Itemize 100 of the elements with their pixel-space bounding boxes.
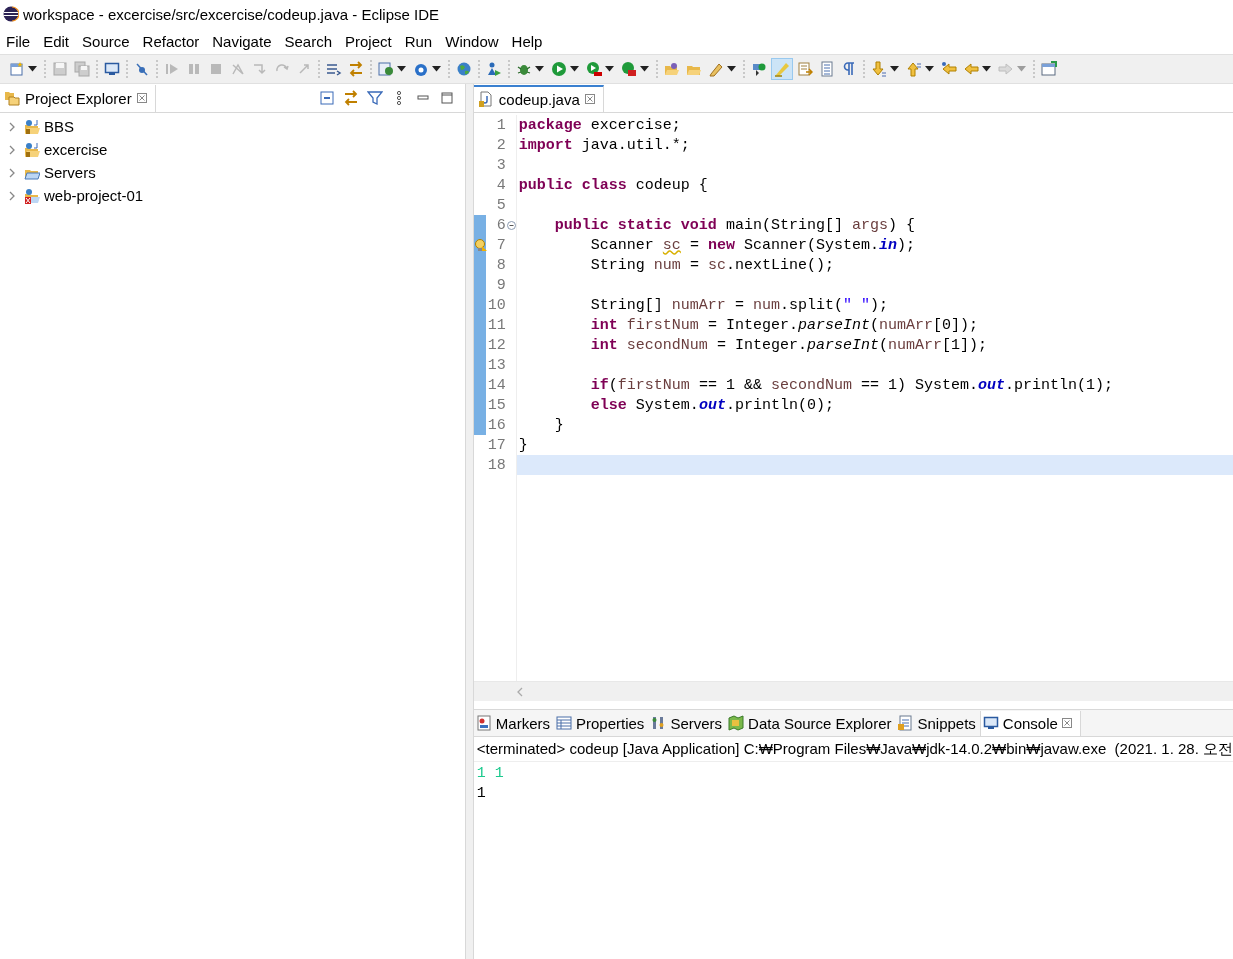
code-line: package excercise; bbox=[517, 115, 682, 135]
menu-item[interactable]: Run bbox=[404, 32, 440, 50]
dropdown-arrow-icon[interactable] bbox=[640, 66, 649, 72]
monitor-icon[interactable] bbox=[104, 61, 120, 77]
document-lines-icon[interactable] bbox=[819, 61, 835, 77]
document-icon bbox=[897, 715, 914, 731]
editor-tab[interactable]: codeup.java bbox=[473, 84, 604, 112]
code-line: String num = sc.nextLine(); bbox=[589, 255, 835, 275]
expand-chevron-icon[interactable] bbox=[8, 144, 16, 155]
close-icon[interactable] bbox=[136, 93, 147, 103]
dropdown-arrow-icon[interactable] bbox=[535, 66, 544, 72]
dropdown-arrow-icon[interactable] bbox=[605, 66, 614, 72]
collapse-all-icon[interactable] bbox=[318, 90, 335, 106]
table-icon bbox=[556, 715, 572, 731]
code-line: import java.util.*; bbox=[517, 135, 691, 155]
server-icon[interactable] bbox=[378, 61, 394, 77]
maximize-icon[interactable] bbox=[438, 90, 455, 106]
line-number: 15 bbox=[486, 396, 506, 414]
monitor-icon bbox=[982, 715, 999, 731]
view-tab[interactable]: Markers bbox=[473, 710, 554, 736]
code-line: if(firstNum == 1 && secondNum == 1) System.out.println(1); bbox=[589, 375, 1114, 395]
menu-item[interactable]: Window bbox=[445, 32, 506, 50]
tab-label: Servers bbox=[670, 714, 723, 732]
line-number: 10 bbox=[486, 296, 506, 314]
dropdown-arrow-icon[interactable] bbox=[982, 66, 991, 72]
tree-item[interactable]: excercise bbox=[44, 141, 108, 158]
tree-item[interactable]: web-project-01 bbox=[44, 187, 144, 204]
close-icon[interactable] bbox=[1061, 718, 1072, 728]
expand-chevron-icon[interactable] bbox=[8, 167, 16, 178]
filter-icon[interactable] bbox=[366, 90, 383, 106]
ring-icon[interactable] bbox=[413, 61, 429, 77]
menu-item[interactable]: Project bbox=[345, 32, 399, 50]
view-tab[interactable]: Data Source Explorer bbox=[726, 710, 896, 736]
menu-item[interactable]: Edit bbox=[43, 32, 77, 50]
dropdown-arrow-icon[interactable] bbox=[570, 66, 579, 72]
code-line: } bbox=[517, 435, 529, 455]
menu-item[interactable]: Refactor bbox=[142, 32, 207, 50]
line-number: 1 bbox=[495, 116, 506, 134]
tab-label: Markers bbox=[495, 714, 550, 732]
highlighter-icon bbox=[774, 61, 790, 77]
menu-item[interactable]: Help bbox=[511, 32, 550, 50]
map-icon bbox=[728, 715, 745, 731]
tab-label: Project Explorer bbox=[25, 89, 132, 107]
left-arrow-star-icon[interactable] bbox=[941, 61, 957, 77]
view-tab[interactable]: Console bbox=[979, 710, 1081, 736]
code-line: int firstNum = Integer.parseInt(numArr[0]); bbox=[589, 315, 979, 335]
app-logo-icon bbox=[3, 6, 19, 22]
project-error-icon bbox=[24, 187, 40, 204]
view-tab[interactable]: Properties bbox=[554, 710, 649, 736]
run-icon[interactable] bbox=[551, 61, 567, 77]
pin-icon[interactable] bbox=[751, 61, 767, 77]
console-line: 1 1 bbox=[476, 765, 504, 782]
code-line: String[] numArr = num.split(" "); bbox=[589, 295, 889, 315]
coverage-icon[interactable] bbox=[586, 61, 602, 77]
swap-arrows-icon[interactable] bbox=[342, 90, 359, 106]
project-folder-icon bbox=[24, 118, 40, 135]
java-file-icon bbox=[477, 91, 494, 107]
tree-item[interactable]: BBS bbox=[44, 118, 74, 135]
fold-icon[interactable] bbox=[506, 220, 516, 230]
open-folder-icon[interactable] bbox=[664, 61, 680, 77]
line-number: 7 bbox=[495, 236, 506, 254]
view-tab[interactable]: Servers bbox=[648, 710, 727, 736]
person-arrow-icon[interactable] bbox=[486, 61, 502, 77]
menu-item[interactable]: File bbox=[6, 32, 38, 50]
dropdown-arrow-icon[interactable] bbox=[925, 66, 934, 72]
expand-chevron-icon[interactable] bbox=[8, 121, 16, 132]
dropdown-arrow-icon[interactable] bbox=[890, 66, 899, 72]
pilcrow-icon[interactable] bbox=[841, 61, 857, 77]
line-number: 16 bbox=[486, 416, 506, 434]
expand-chevron-icon[interactable] bbox=[8, 190, 16, 201]
menu-item[interactable]: Navigate bbox=[212, 32, 279, 50]
tab-label: Data Source Explorer bbox=[748, 714, 892, 732]
dropdown-arrow-icon[interactable] bbox=[432, 66, 441, 72]
dropdown-arrow-icon[interactable] bbox=[397, 66, 406, 72]
view-tab[interactable]: Snippets bbox=[895, 710, 980, 736]
line-number: 18 bbox=[486, 456, 506, 474]
code-line: public static void main(String[] args) { bbox=[553, 215, 916, 235]
line-number: 4 bbox=[495, 176, 506, 194]
console-line: 1 bbox=[476, 785, 486, 802]
line-number: 12 bbox=[486, 336, 506, 354]
scroll-left-icon[interactable] bbox=[515, 686, 524, 697]
tree-item[interactable]: Servers bbox=[44, 164, 96, 181]
globe-icon[interactable] bbox=[456, 61, 472, 77]
tab-label: Snippets bbox=[917, 714, 976, 732]
line-number: 9 bbox=[495, 276, 506, 294]
menu-item[interactable]: Source bbox=[82, 32, 137, 50]
lines-arrow-icon[interactable] bbox=[326, 61, 342, 77]
line-number: 2 bbox=[495, 136, 506, 154]
window-icon[interactable] bbox=[1041, 61, 1057, 77]
toggle-button[interactable] bbox=[771, 58, 793, 80]
dropdown-arrow-icon[interactable] bbox=[727, 66, 736, 72]
swap-arrows-icon[interactable] bbox=[348, 61, 364, 77]
menu-item[interactable]: Search bbox=[284, 32, 339, 50]
run-box-icon[interactable] bbox=[621, 61, 637, 77]
tab-label: codeup.java bbox=[498, 90, 580, 108]
code-line: else System.out.println(0); bbox=[589, 395, 835, 415]
line-number: 14 bbox=[486, 376, 506, 394]
dropdown-arrow-icon[interactable] bbox=[28, 66, 37, 72]
close-icon[interactable] bbox=[584, 94, 595, 104]
slash-dot-icon[interactable] bbox=[134, 61, 150, 77]
